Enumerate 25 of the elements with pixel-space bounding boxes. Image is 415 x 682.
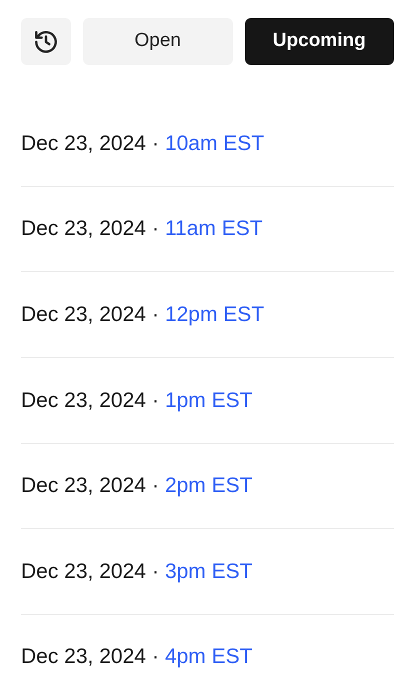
session-date: Dec 23, 2024: [21, 473, 146, 500]
session-time[interactable]: 12pm EST: [164, 298, 264, 330]
separator-dot: ·: [152, 645, 159, 670]
session-date: Dec 23, 2024: [21, 559, 146, 586]
session-date: Dec 23, 2024: [21, 302, 146, 328]
session-time[interactable]: 10am EST: [164, 128, 264, 160]
tab[interactable]: Open: [83, 18, 232, 65]
history-icon: [33, 28, 59, 54]
separator-dot: ·: [152, 302, 159, 328]
session-date: Dec 23, 2024: [21, 130, 146, 157]
separator-dot: ·: [152, 216, 159, 242]
session-time[interactable]: 2pm EST: [164, 470, 252, 502]
session-date: Dec 23, 2024: [21, 645, 146, 670]
session-time[interactable]: 4pm EST: [164, 645, 252, 670]
session-time[interactable]: 3pm EST: [164, 556, 252, 588]
session-time[interactable]: 11am EST: [164, 213, 263, 245]
session-date: Dec 23, 2024: [21, 388, 146, 414]
separator-dot: ·: [152, 559, 159, 586]
history-button[interactable]: [21, 18, 71, 65]
tab[interactable]: Upcoming: [244, 18, 394, 65]
separator-dot: ·: [152, 130, 159, 157]
separator-dot: ·: [152, 473, 159, 500]
session-time[interactable]: 1pm EST: [164, 384, 252, 416]
separator-dot: ·: [152, 388, 159, 414]
session-date: Dec 23, 2024: [21, 216, 146, 242]
